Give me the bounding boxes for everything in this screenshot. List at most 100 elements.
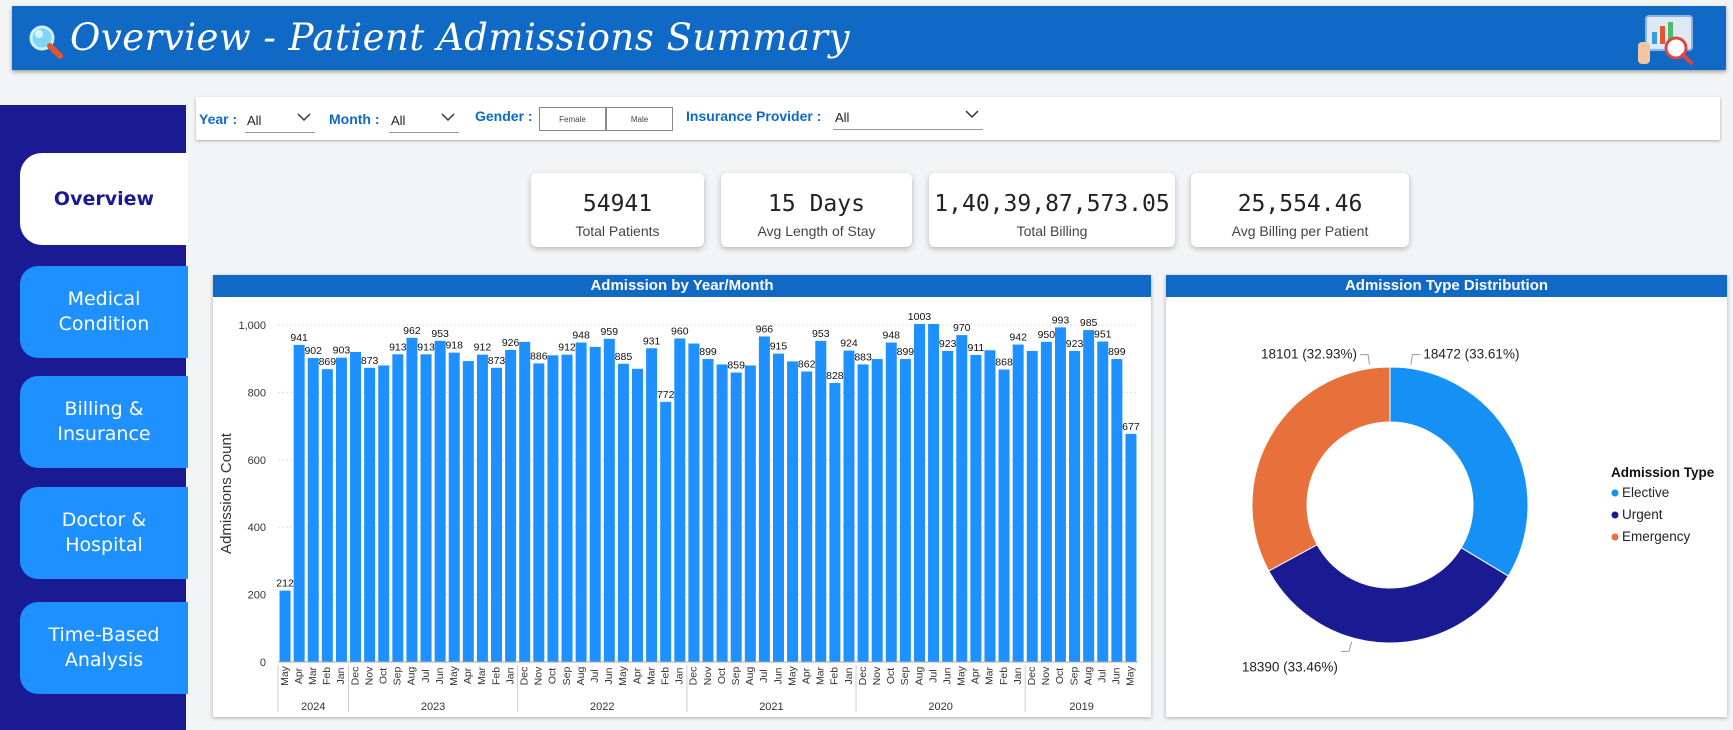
bar[interactable] xyxy=(716,364,728,662)
donut-slice[interactable] xyxy=(1389,366,1529,577)
bar[interactable] xyxy=(519,341,531,662)
bar[interactable] xyxy=(547,355,559,662)
bar[interactable] xyxy=(505,349,517,662)
bar[interactable] xyxy=(378,365,390,662)
bar[interactable] xyxy=(1125,433,1137,662)
bar[interactable] xyxy=(1054,327,1066,662)
bar[interactable] xyxy=(801,371,813,662)
bar[interactable] xyxy=(942,350,954,662)
bar[interactable] xyxy=(420,354,432,662)
x-tick-label: Jan xyxy=(335,667,347,684)
bar[interactable] xyxy=(843,350,855,662)
bar[interactable] xyxy=(307,358,319,662)
nav-doctor-hospital[interactable]: Doctor & Hospital xyxy=(20,487,188,579)
bar[interactable] xyxy=(575,342,587,662)
year-group-label: 2019 xyxy=(1069,701,1093,713)
bar[interactable] xyxy=(899,359,911,662)
bar[interactable] xyxy=(476,354,488,662)
bar[interactable] xyxy=(885,342,897,662)
bar[interactable] xyxy=(1111,359,1123,662)
x-tick-label: Jul xyxy=(758,669,770,682)
x-tick-label: Dec xyxy=(349,667,361,686)
year-dropdown[interactable]: All xyxy=(245,108,315,133)
bar[interactable] xyxy=(1069,350,1081,662)
donut-slice[interactable] xyxy=(1268,544,1509,644)
nav-time-based-analysis[interactable]: Time-Based Analysis xyxy=(20,602,188,694)
gender-female-button[interactable]: Female xyxy=(539,107,606,131)
bar[interactable] xyxy=(857,364,869,662)
legend-item[interactable]: Urgent xyxy=(1622,507,1663,522)
month-dropdown[interactable]: All xyxy=(389,108,459,133)
bar[interactable] xyxy=(1026,350,1038,662)
bar[interactable] xyxy=(702,359,714,662)
x-tick-label: Aug xyxy=(913,667,925,686)
bar[interactable] xyxy=(1040,341,1052,662)
bar[interactable] xyxy=(1097,341,1109,662)
nav-overview[interactable]: Overview xyxy=(20,153,188,245)
bar-data-label: 915 xyxy=(770,341,788,353)
kpi-label: Total Patients xyxy=(575,223,660,239)
bar[interactable] xyxy=(913,323,925,662)
bar-data-label: 993 xyxy=(1052,314,1070,326)
nav-medical-condition[interactable]: Medical Condition xyxy=(20,266,188,358)
bar[interactable] xyxy=(589,346,601,662)
bar[interactable] xyxy=(787,361,799,662)
bar[interactable] xyxy=(434,340,446,662)
bar[interactable] xyxy=(632,368,644,662)
bar[interactable] xyxy=(674,338,686,662)
bar[interactable] xyxy=(660,401,672,662)
bar[interactable] xyxy=(815,340,827,662)
x-tick-label: Feb xyxy=(998,667,1010,685)
year-group-label: 2022 xyxy=(590,701,614,713)
bar[interactable] xyxy=(744,365,756,662)
bar-data-label: 869 xyxy=(319,356,337,368)
bar[interactable] xyxy=(533,363,545,662)
gender-male-button[interactable]: Male xyxy=(606,107,673,131)
bar[interactable] xyxy=(646,348,658,662)
bar[interactable] xyxy=(956,335,968,662)
x-tick-label: Aug xyxy=(744,667,756,686)
bar[interactable] xyxy=(350,351,362,662)
x-tick-label: Feb xyxy=(490,667,502,685)
bar[interactable] xyxy=(279,590,291,662)
insurance-provider-dropdown[interactable]: All xyxy=(833,105,983,130)
bar[interactable] xyxy=(688,343,700,662)
x-tick-label: Feb xyxy=(321,667,333,685)
bar[interactable] xyxy=(1012,344,1024,662)
year-group-label: 2023 xyxy=(421,701,445,713)
bar-data-label: 948 xyxy=(572,330,590,342)
bar[interactable] xyxy=(1083,330,1095,662)
bar[interactable] xyxy=(871,359,883,662)
bar[interactable] xyxy=(561,354,573,662)
bar[interactable] xyxy=(406,337,418,662)
bar[interactable] xyxy=(462,361,474,662)
bar[interactable] xyxy=(491,367,503,662)
slice-data-label: 18390 (33.46%) xyxy=(1242,659,1338,674)
x-tick-label: Nov xyxy=(871,666,883,685)
legend-item[interactable]: Elective xyxy=(1622,485,1669,500)
bar[interactable] xyxy=(730,372,742,662)
bar[interactable] xyxy=(829,382,841,662)
x-tick-label: Feb xyxy=(829,667,841,685)
bar[interactable] xyxy=(617,363,629,662)
bar[interactable] xyxy=(603,338,615,662)
bar[interactable] xyxy=(998,369,1010,662)
nav-billing-insurance[interactable]: Billing & Insurance xyxy=(20,376,188,468)
bar-data-label: 953 xyxy=(431,328,449,340)
x-tick-label: Apr xyxy=(800,667,812,684)
bar[interactable] xyxy=(364,367,376,662)
bar[interactable] xyxy=(293,344,305,662)
bar[interactable] xyxy=(758,336,770,662)
chevron-down-icon xyxy=(441,113,455,122)
bar[interactable] xyxy=(970,354,982,662)
bar[interactable] xyxy=(335,357,347,662)
year-label: Year : xyxy=(199,111,238,127)
donut-slice[interactable] xyxy=(1251,366,1391,572)
bar[interactable] xyxy=(772,353,784,662)
bar[interactable] xyxy=(984,350,996,662)
bar[interactable] xyxy=(928,323,940,662)
bar[interactable] xyxy=(392,354,404,662)
legend-item[interactable]: Emergency xyxy=(1622,529,1691,544)
bar[interactable] xyxy=(321,369,333,662)
bar[interactable] xyxy=(448,352,460,662)
